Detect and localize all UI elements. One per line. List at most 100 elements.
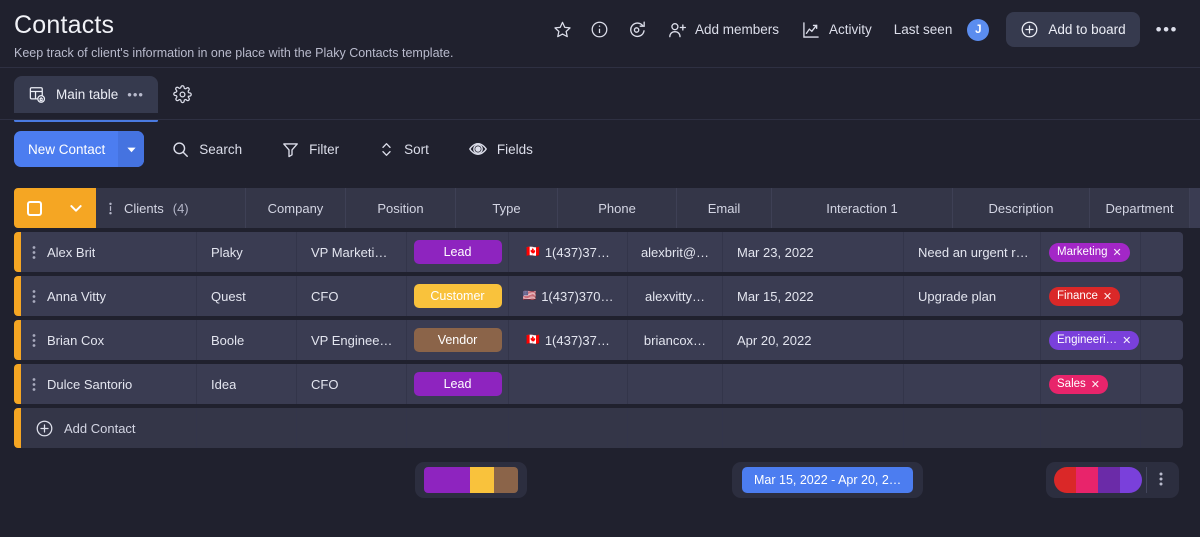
- cell-interaction-1[interactable]: [723, 364, 904, 404]
- row-menu-button[interactable]: [21, 364, 47, 404]
- cell-position[interactable]: VP Enginee…: [297, 320, 407, 360]
- cell-email[interactable]: briancox…: [628, 320, 723, 360]
- row-kebab[interactable]: [21, 333, 47, 348]
- select-all-cell[interactable]: [14, 188, 96, 228]
- cell-phone[interactable]: 🇨🇦 1(437)37…: [509, 232, 628, 272]
- new-contact-dropdown[interactable]: [118, 131, 145, 167]
- department-tag[interactable]: Marketing ✕: [1049, 242, 1130, 262]
- search-button[interactable]: Search: [159, 133, 254, 166]
- cell-name[interactable]: Dulce Santorio: [47, 364, 197, 404]
- cell-description[interactable]: [904, 320, 1041, 360]
- new-contact-button[interactable]: New Contact: [14, 131, 145, 167]
- add-members-button[interactable]: Add members: [656, 14, 790, 46]
- column-header-department[interactable]: Department: [1090, 188, 1190, 228]
- cell-interaction-1[interactable]: Mar 15, 2022: [723, 276, 904, 316]
- cell-position[interactable]: CFO: [297, 276, 407, 316]
- type-distribution-bar[interactable]: [424, 467, 518, 493]
- cell-phone[interactable]: 🇨🇦 1(437)37…: [509, 320, 628, 360]
- filter-button[interactable]: Filter: [269, 133, 351, 166]
- column-header-email[interactable]: Email: [677, 188, 772, 228]
- type-summary[interactable]: [415, 462, 527, 498]
- cell-type[interactable]: Customer: [407, 276, 509, 316]
- column-header-interaction-1[interactable]: Interaction 1: [772, 188, 953, 228]
- cell-type[interactable]: Lead: [407, 364, 509, 404]
- cell-interaction-1[interactable]: Apr 20, 2022: [723, 320, 904, 360]
- sort-button[interactable]: Sort: [366, 133, 441, 166]
- cell-position[interactable]: VP Marketi…: [297, 232, 407, 272]
- add-contact-row[interactable]: Add Contact: [14, 408, 1186, 448]
- add-column-button[interactable]: [1190, 188, 1200, 228]
- cell-department[interactable]: Engineeri… ✕: [1041, 320, 1141, 360]
- cell-description[interactable]: [904, 364, 1041, 404]
- department-distribution-bar[interactable]: [1054, 467, 1142, 493]
- column-header-phone[interactable]: Phone: [558, 188, 677, 228]
- department-tag[interactable]: Finance ✕: [1049, 286, 1121, 306]
- table-row[interactable]: Brian Cox Boole VP Enginee… Vendor 🇨🇦 1(437)3…: [14, 320, 1186, 360]
- cell-company[interactable]: Idea: [197, 364, 297, 404]
- activity-button[interactable]: Activity: [790, 14, 883, 46]
- cell-email[interactable]: alexbrit@…: [628, 232, 723, 272]
- row-kebab[interactable]: [21, 377, 47, 392]
- cell-email[interactable]: alexvitty…: [628, 276, 723, 316]
- cell-department[interactable]: Sales ✕: [1041, 364, 1141, 404]
- column-header-description[interactable]: Description: [953, 188, 1090, 228]
- cell-interaction-1[interactable]: Mar 23, 2022: [723, 232, 904, 272]
- remove-tag-icon[interactable]: ✕: [1113, 246, 1122, 259]
- column-header-position[interactable]: Position: [346, 188, 456, 228]
- remove-tag-icon[interactable]: ✕: [1103, 290, 1112, 303]
- department-tag[interactable]: Engineeri… ✕: [1049, 330, 1140, 350]
- cell-position[interactable]: CFO: [297, 364, 407, 404]
- avatar[interactable]: J: [967, 18, 990, 41]
- cell-company[interactable]: Boole: [197, 320, 297, 360]
- row-menu-button[interactable]: [21, 320, 47, 360]
- favorite-star-button[interactable]: [544, 14, 581, 45]
- cell-name[interactable]: Alex Brit: [47, 232, 197, 272]
- remove-tag-icon[interactable]: ✕: [1122, 334, 1131, 347]
- cell-phone[interactable]: 🇺🇸 1(437)370…: [509, 276, 628, 316]
- board-more-menu-button[interactable]: •••: [1146, 18, 1188, 42]
- cell-phone[interactable]: [509, 364, 628, 404]
- cell-name[interactable]: Anna Vitty: [47, 276, 197, 316]
- table-row[interactable]: Alex Brit Plaky VP Marketi… Lead 🇨🇦 1(437)37……: [14, 232, 1186, 272]
- cell-company[interactable]: Plaky: [197, 232, 297, 272]
- column-header-type[interactable]: Type: [456, 188, 558, 228]
- type-pill[interactable]: Vendor: [413, 328, 502, 352]
- cell-description[interactable]: Upgrade plan: [904, 276, 1041, 316]
- cell-department[interactable]: Marketing ✕: [1041, 232, 1141, 272]
- row-kebab[interactable]: [21, 245, 47, 260]
- row-menu-button[interactable]: [21, 232, 47, 272]
- row-menu-button[interactable]: [21, 276, 47, 316]
- cell-company[interactable]: Quest: [197, 276, 297, 316]
- cell-email[interactable]: [628, 364, 723, 404]
- type-pill[interactable]: Lead: [413, 240, 502, 264]
- chevron-down-icon[interactable]: [69, 201, 83, 215]
- column-header-clients[interactable]: Clients (4): [96, 188, 246, 228]
- last-seen-group[interactable]: Last seen J: [883, 13, 1001, 47]
- activity-refresh-button[interactable]: [618, 14, 656, 46]
- department-tag[interactable]: Sales ✕: [1049, 374, 1108, 394]
- summary-menu-button[interactable]: [1151, 471, 1171, 490]
- row-kebab[interactable]: [21, 289, 47, 304]
- select-all-checkbox[interactable]: [27, 200, 43, 216]
- type-pill[interactable]: Lead: [413, 372, 502, 396]
- cell-type[interactable]: Lead: [407, 232, 509, 272]
- view-settings-button[interactable]: [164, 78, 201, 111]
- add-contact-cell[interactable]: Add Contact: [21, 408, 197, 448]
- cell-name[interactable]: Brian Cox: [47, 320, 197, 360]
- date-range-chip[interactable]: Mar 15, 2022 - Apr 20, 2…: [742, 467, 914, 493]
- type-pill[interactable]: Customer: [413, 284, 502, 308]
- cell-type[interactable]: Vendor: [407, 320, 509, 360]
- cell-description[interactable]: Need an urgent r…: [904, 232, 1041, 272]
- tab-main-table[interactable]: Main table •••: [14, 75, 158, 122]
- interaction-summary[interactable]: Mar 15, 2022 - Apr 20, 2…: [732, 462, 924, 498]
- fields-button[interactable]: Fields: [456, 132, 545, 166]
- add-to-board-button[interactable]: Add to board: [1006, 12, 1140, 47]
- table-row[interactable]: Dulce Santorio Idea CFO Lead Sales ✕: [14, 364, 1186, 404]
- add-contact-inner[interactable]: Add Contact: [21, 419, 136, 438]
- cell-department[interactable]: Finance ✕: [1041, 276, 1141, 316]
- table-row[interactable]: Anna Vitty Quest CFO Customer 🇺🇸 1(437)370… al…: [14, 276, 1186, 316]
- department-summary[interactable]: [1046, 462, 1179, 498]
- tab-options-icon[interactable]: •••: [127, 87, 144, 102]
- remove-tag-icon[interactable]: ✕: [1091, 378, 1100, 391]
- column-header-company[interactable]: Company: [246, 188, 346, 228]
